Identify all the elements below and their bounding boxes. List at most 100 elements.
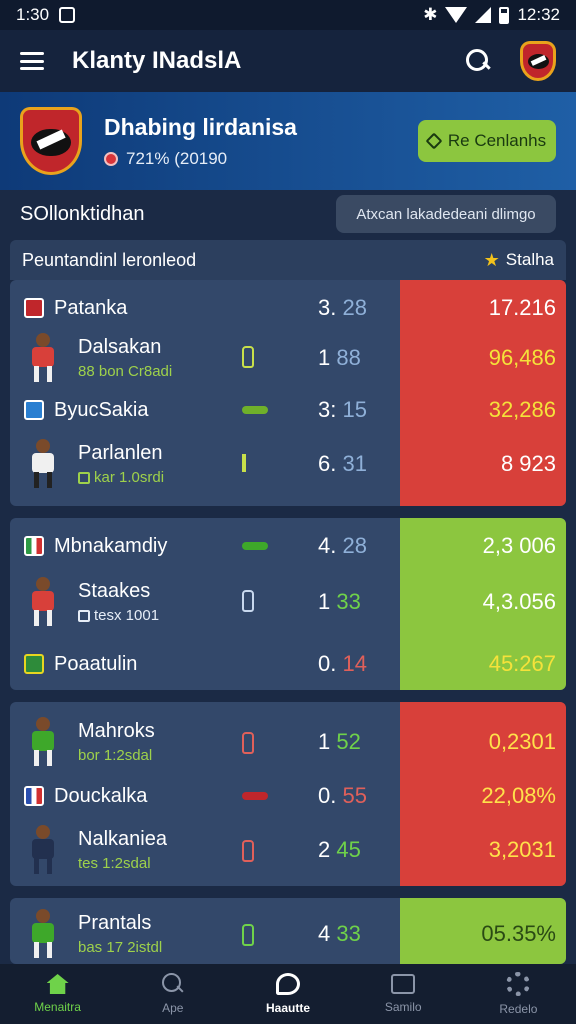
nav-item-chat[interactable]: Haautte (230, 964, 345, 1024)
list-item[interactable]: Staakes tesx 1001 1 33 4,3.056 (10, 572, 566, 632)
bottle-icon (242, 924, 254, 946)
menu-icon[interactable] (20, 52, 44, 70)
list-item[interactable]: ByucSakia 3: 15 32,286 (10, 390, 566, 430)
value-text: 3,2031 (488, 837, 556, 862)
nav-label: Menaitra (34, 1000, 81, 1014)
team-flag-icon (24, 536, 44, 556)
score: 1 33 (318, 589, 361, 614)
chat-icon (276, 973, 300, 995)
score: 4 33 (318, 921, 361, 946)
signal-icon (475, 7, 492, 23)
battery-icon (499, 6, 510, 24)
list-item[interactable]: Poaatulin 0. 14 45:267 (10, 644, 566, 684)
player-avatar (22, 439, 64, 489)
player-card[interactable]: Patanka 3. 28 17.216 Dalsakan 88 bon Cr8… (10, 280, 566, 506)
list-item[interactable]: Mahroks bor 1:2sdal 1 52 0,2301 (10, 712, 566, 772)
player-avatar (22, 909, 64, 959)
bottle-icon (242, 346, 254, 368)
club-crest-icon[interactable] (520, 41, 556, 81)
mail-icon (391, 974, 416, 994)
team-stat: 721% (20190 (104, 149, 297, 169)
pencil-icon (425, 132, 443, 150)
list-header-title: Peuntandinl leronleod (22, 249, 197, 270)
list-item[interactable]: Douckalka 0. 55 22,08% (10, 776, 566, 816)
value-text: 8 923 (500, 451, 556, 476)
app-title: Klanty INadslA (72, 47, 242, 74)
player-name: Dalsakan (78, 336, 162, 358)
follow-button[interactable]: Re Cenlanhs (418, 120, 556, 162)
pill-icon (242, 542, 268, 550)
list-item[interactable]: Parlanlen kar 1.0srdi 6. 31 8 923 (10, 432, 566, 496)
list-item[interactable]: Nalkaniea tes 1:2sdal 2 45 3,2031 (10, 820, 566, 880)
list-header-right[interactable]: ★ Stalha (484, 250, 554, 271)
player-sub: 88 bon Cr8adi (78, 363, 173, 380)
player-info: Staakes tesx 1001 (78, 580, 228, 624)
team-info: Dhabing lirdanisa 721% (20190 (104, 114, 297, 169)
score: 0. 14 (318, 651, 367, 676)
nav-label: Redelo (499, 1002, 538, 1016)
wifi-icon (445, 7, 468, 23)
bottom-nav: Menaitra Ape Haautte Samilo Redelo (0, 964, 576, 1024)
list-item[interactable]: Mbnakamdiy 4. 28 2,3 006 (10, 526, 566, 566)
player-sub: kar 1.0srdi (78, 469, 228, 486)
player-name: Poaatulin (54, 652, 138, 675)
notification-icon (59, 7, 76, 23)
search-icon[interactable] (466, 49, 490, 73)
player-card[interactable]: Mahroks bor 1:2sdal 1 52 0,2301 Douckalk… (10, 702, 566, 886)
player-name: ByucSakia (54, 398, 149, 421)
player-sub: bor 1:2sdal (78, 747, 153, 764)
score: 0. 55 (318, 783, 367, 808)
team-flag-icon (24, 400, 44, 420)
bar-icon (242, 454, 246, 472)
score: 1 88 (318, 345, 361, 370)
score: 6. 31 (318, 451, 367, 476)
player-avatar (22, 717, 64, 767)
value-text: 2,3 006 (482, 533, 556, 558)
player-sub: tes 1:2sdal (78, 855, 151, 872)
list-header: Peuntandinl leronleod ★ Stalha (10, 240, 566, 280)
nav-item-mail[interactable]: Samilo (346, 964, 461, 1024)
team-stat-text: 721% (20190 (126, 148, 228, 168)
nav-label: Haautte (266, 1001, 311, 1015)
list-item[interactable]: Dalsakan 88 bon Cr8adi 1 88 96,486 (10, 328, 566, 388)
team-header: Dhabing lirdanisa 721% (20190 Re Cenlanh… (0, 92, 576, 190)
player-avatar (22, 825, 64, 875)
star-icon: ★ (483, 249, 500, 270)
player-info: Parlanlen kar 1.0srdi (78, 442, 228, 486)
filter-button[interactable]: Atxcan lakadedeani dlimgo (336, 195, 556, 233)
nav-item-settings[interactable]: Redelo (461, 964, 576, 1024)
list-header-right-label: Stalha (505, 250, 554, 269)
player-card[interactable]: Mbnakamdiy 4. 28 2,3 006 Staakes tesx 10… (10, 518, 566, 690)
bottle-icon (242, 590, 254, 612)
player-info: Mahroks bor 1:2sdal (78, 720, 228, 764)
gear-icon (506, 972, 531, 996)
score: 3: 15 (318, 397, 367, 422)
home-icon (46, 974, 69, 994)
value-text: 22,08% (481, 783, 556, 808)
status-right: ✱ 12:32 (423, 5, 560, 25)
nav-item-home[interactable]: Menaitra (0, 964, 115, 1024)
list-item[interactable]: Prantals bas 17 2istdl 4 33 05.35% (10, 904, 566, 964)
player-name: Mbnakamdiy (54, 534, 168, 557)
ball-icon (104, 151, 118, 166)
team-flag-icon (24, 298, 44, 318)
player-info: Nalkaniea tes 1:2sdal (78, 828, 228, 872)
search-icon (161, 973, 184, 995)
value-text: 96,486 (488, 345, 556, 370)
player-sub: tesx 1001 (78, 607, 228, 624)
follow-button-label: Re Cenlanhs (447, 131, 547, 150)
team-name: Dhabing lirdanisa (104, 113, 297, 140)
value-text: 32,286 (488, 397, 556, 422)
player-info: Prantals bas 17 2istdl (78, 912, 228, 956)
pill-icon (242, 792, 268, 800)
player-card[interactable]: Prantals bas 17 2istdl 4 33 05.35% (10, 898, 566, 964)
list-item[interactable]: Patanka 3. 28 17.216 (10, 288, 566, 328)
player-name: Nalkaniea (78, 828, 167, 850)
bottle-icon (242, 732, 254, 754)
nav-item-search[interactable]: Ape (115, 964, 230, 1024)
player-name: Patanka (54, 296, 128, 319)
value-text: 4,3.056 (482, 589, 556, 614)
player-name: Mahroks (78, 720, 155, 742)
player-avatar (22, 577, 64, 627)
section-row: SOllonktidhan Atxcan lakadedeani dlimgo (0, 190, 576, 238)
